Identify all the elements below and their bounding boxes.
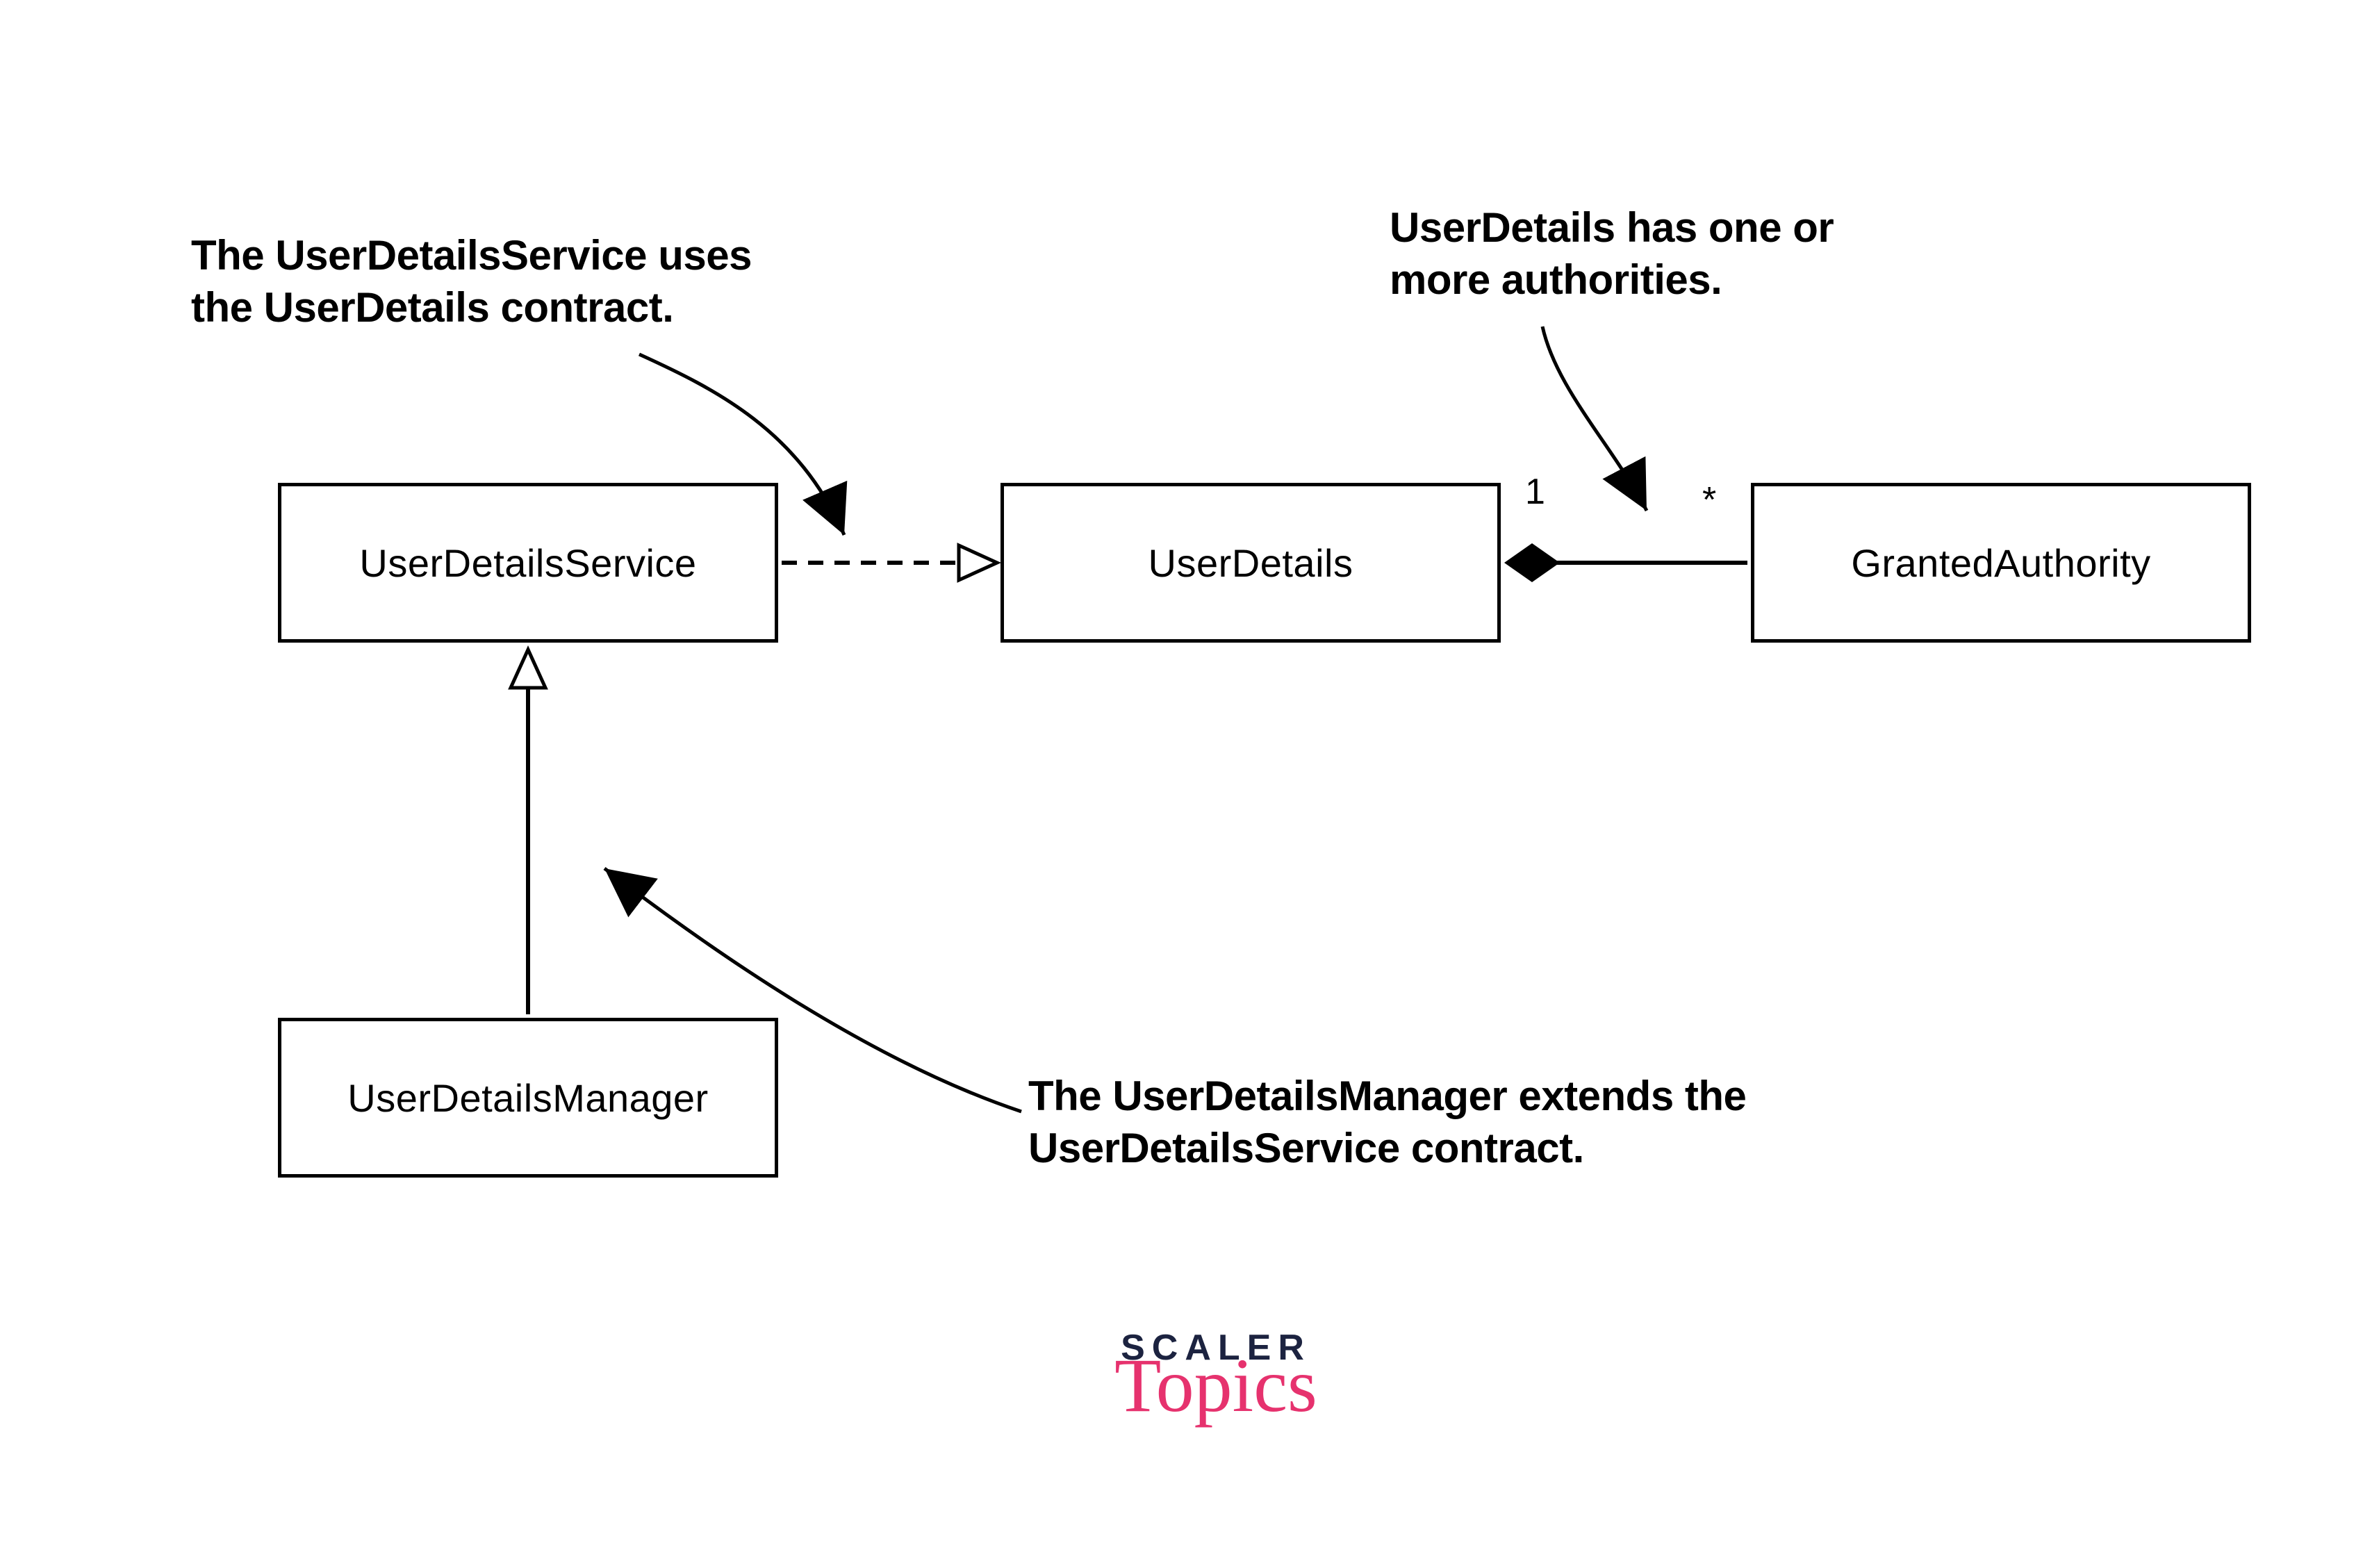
label-granted-authority: GrantedAuthority	[1851, 540, 2150, 586]
box-granted-authority: GrantedAuthority	[1751, 483, 2251, 643]
label-user-details-service: UserDetailsService	[359, 540, 696, 586]
annotation-arrow-authorities	[1542, 327, 1647, 511]
box-user-details-service: UserDetailsService	[278, 483, 778, 643]
multiplicity-one: 1	[1525, 471, 1545, 513]
multiplicity-many: *	[1702, 479, 1716, 521]
box-user-details-manager: UserDetailsManager	[278, 1018, 778, 1178]
annotation-authorities: UserDetails has one or more authorities.	[1390, 201, 1932, 306]
label-user-details-manager: UserDetailsManager	[347, 1075, 708, 1121]
box-user-details: UserDetails	[1001, 483, 1501, 643]
label-user-details: UserDetails	[1148, 540, 1353, 586]
logo-topics: Topics	[1084, 1355, 1348, 1416]
diagram-canvas: The UserDetailsService uses the UserDeta…	[0, 0, 2363, 1568]
annotation-extends-contract: The UserDetailsManager extends the UserD…	[1028, 1070, 1793, 1174]
connector-uses	[782, 545, 997, 580]
annotation-uses-contract: The UserDetailsService uses the UserDeta…	[191, 229, 816, 333]
connector-composition	[1504, 543, 1747, 582]
connector-extends	[511, 650, 545, 1014]
logo: SCALER Topics	[1084, 1327, 1348, 1416]
